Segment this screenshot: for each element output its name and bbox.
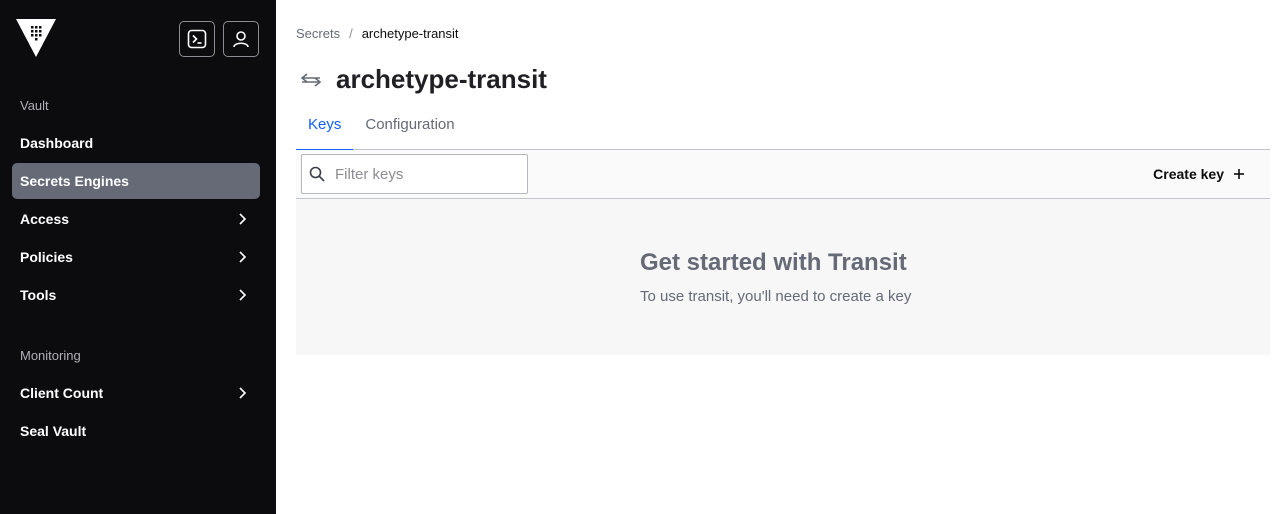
create-key-label: Create key — [1153, 166, 1224, 182]
empty-state-message: To use transit, you'll need to create a … — [640, 288, 912, 305]
sidebar-item-policies[interactable]: Policies — [12, 239, 260, 275]
user-icon — [233, 31, 249, 48]
sidebar-item-label: Tools — [20, 287, 57, 303]
sidebar-item-label: Policies — [20, 249, 73, 265]
sidebar-item-label: Client Count — [20, 385, 104, 401]
chevron-right-icon — [239, 213, 247, 225]
empty-state-title: Get started with Transit — [640, 249, 907, 276]
sidebar-item-client-count[interactable]: Client Count — [12, 375, 260, 411]
sidebar-item-secrets-engines[interactable]: Secrets Engines — [12, 163, 260, 199]
chevron-right-icon — [239, 251, 247, 263]
chevron-right-icon — [239, 387, 247, 399]
page-title: archetype-transit — [336, 64, 547, 94]
tab-keys[interactable]: Keys — [296, 106, 354, 151]
sidebar: Vault Dashboard Secrets Engines Access P… — [0, 0, 276, 514]
breadcrumb-separator: / — [349, 26, 353, 41]
sidebar-item-access[interactable]: Access — [12, 201, 260, 237]
terminal-icon — [187, 29, 207, 49]
tab-configuration[interactable]: Configuration — [353, 106, 466, 150]
sidebar-item-tools[interactable]: Tools — [12, 277, 260, 313]
toolbar: Create key — [296, 150, 1270, 199]
sidebar-item-label: Seal Vault — [20, 423, 87, 439]
sidebar-item-dashboard[interactable]: Dashboard — [12, 125, 260, 161]
filter-keys-input[interactable] — [335, 165, 515, 183]
empty-state: Get started with Transit To use transit,… — [296, 199, 1270, 355]
console-button[interactable] — [179, 21, 215, 57]
sidebar-item-label: Dashboard — [20, 135, 94, 151]
tabs: Keys Configuration — [296, 106, 1270, 151]
main-content: Secrets / archetype-transit archetype-tr… — [276, 0, 1286, 514]
user-menu-button[interactable] — [223, 21, 259, 57]
section-label-monitoring: Monitoring — [20, 348, 81, 363]
chevron-right-icon — [239, 289, 247, 301]
breadcrumb-current: archetype-transit — [361, 26, 459, 41]
plus-icon — [1234, 169, 1244, 179]
sidebar-item-label: Secrets Engines — [20, 173, 129, 189]
search-icon — [309, 166, 325, 182]
sidebar-item-seal-vault[interactable]: Seal Vault — [12, 413, 260, 449]
sidebar-item-label: Access — [20, 211, 70, 227]
breadcrumb-link-secrets[interactable]: Secrets — [296, 26, 340, 41]
vault-logo-icon[interactable] — [16, 19, 56, 57]
section-label-vault: Vault — [20, 98, 49, 113]
filter-box — [301, 154, 528, 194]
create-key-button[interactable]: Create key — [1153, 166, 1246, 182]
page-header: archetype-transit — [298, 64, 547, 95]
breadcrumb: Secrets / archetype-transit — [296, 26, 459, 41]
app-root: Vault Dashboard Secrets Engines Access P… — [0, 0, 1286, 514]
transit-arrows-icon — [300, 72, 322, 87]
